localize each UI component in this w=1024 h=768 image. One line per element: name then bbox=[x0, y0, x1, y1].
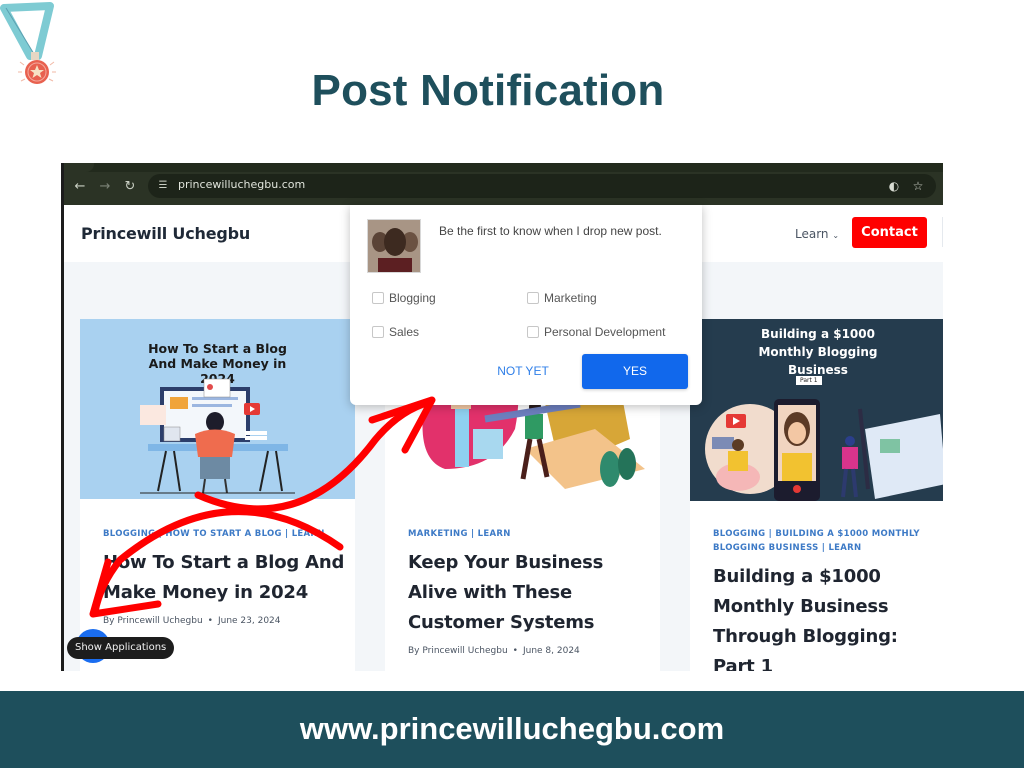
active-tab[interactable] bbox=[64, 163, 94, 172]
tab-strip bbox=[64, 163, 943, 172]
post-meta: By Princewill Uchegbu • June 8, 2024 bbox=[408, 646, 580, 656]
option-label: Personal Development bbox=[544, 325, 666, 339]
browser-toolbar: ← → ↻ ☰ princewilluchegbu.com ◐ ☆ bbox=[64, 163, 943, 205]
url-text[interactable]: princewilluchegbu.com bbox=[178, 178, 305, 191]
option-label: Blogging bbox=[389, 291, 436, 305]
thumbnail-title: Building a $1000 Monthly Blogging Busine… bbox=[758, 327, 878, 377]
browser-screenshot: ← → ↻ ☰ princewilluchegbu.com ◐ ☆ Prince… bbox=[61, 163, 943, 671]
checkbox[interactable] bbox=[372, 292, 384, 304]
post-title[interactable]: Keep Your Business Alive with These Cust… bbox=[408, 548, 650, 638]
post-categories[interactable]: BLOGGING | HOW TO START A BLOG | LEARN bbox=[103, 527, 345, 541]
post-date: June 23, 2024 bbox=[217, 616, 281, 626]
post-card[interactable]: How To Start a Blog And Make Money in 20… bbox=[80, 319, 355, 671]
post-meta: By Princewill Uchegbu • June 23, 2024 bbox=[103, 616, 281, 626]
option-blogging[interactable]: Blogging bbox=[372, 291, 436, 305]
star-icon[interactable]: ☆ bbox=[910, 178, 926, 194]
slide-title: Post Notification bbox=[311, 66, 665, 115]
eye-off-icon[interactable]: ◐ bbox=[886, 178, 902, 194]
forward-icon[interactable]: → bbox=[97, 179, 113, 195]
blogging-illustration bbox=[140, 378, 295, 494]
not-yet-button[interactable]: NOT YET bbox=[483, 358, 563, 384]
reload-icon[interactable]: ↻ bbox=[122, 179, 138, 195]
option-marketing[interactable]: Marketing bbox=[527, 291, 597, 305]
chevron-down-icon: ⌄ bbox=[832, 231, 840, 240]
checkbox[interactable] bbox=[527, 292, 539, 304]
post-author[interactable]: By Princewill Uchegbu bbox=[103, 616, 203, 626]
nav-learn[interactable]: Learn ⌄ bbox=[795, 227, 839, 241]
post-author[interactable]: By Princewill Uchegbu bbox=[408, 646, 508, 656]
post-date: June 8, 2024 bbox=[522, 646, 580, 656]
post-card[interactable]: Building a $1000 Monthly Blogging Busine… bbox=[690, 319, 943, 671]
back-icon[interactable]: ← bbox=[72, 179, 88, 195]
nav-learn-label: Learn bbox=[795, 227, 829, 241]
option-label: Marketing bbox=[544, 291, 597, 305]
header-divider bbox=[942, 217, 943, 247]
author-avatar bbox=[367, 219, 421, 273]
footer-website-url: www.princewilluchegbu.com bbox=[299, 711, 725, 746]
post-title[interactable]: How To Start a Blog And Make Money in 20… bbox=[103, 548, 345, 608]
option-personal-development[interactable]: Personal Development bbox=[527, 325, 665, 339]
footer-band: www.princewilluchegbu.com bbox=[0, 691, 1024, 768]
thumbnail-badge: Part 1 bbox=[796, 376, 822, 385]
site-info-icon[interactable]: ☰ bbox=[156, 179, 170, 193]
post-title[interactable]: Building a $1000 Monthly Business Throug… bbox=[713, 562, 936, 671]
yes-button[interactable]: YES bbox=[582, 354, 688, 389]
post-thumbnail[interactable]: Building a $1000 Monthly Blogging Busine… bbox=[690, 319, 943, 501]
post-categories[interactable]: BLOGGING | BUILDING A $1000 MONTHLY BLOG… bbox=[713, 527, 936, 555]
popup-message: Be the first to know when I drop new pos… bbox=[439, 224, 662, 238]
show-applications-tooltip: Show Applications bbox=[67, 637, 175, 659]
post-thumbnail[interactable]: How To Start a Blog And Make Money in 20… bbox=[80, 319, 355, 499]
checkbox[interactable] bbox=[527, 326, 539, 338]
option-sales[interactable]: Sales bbox=[372, 325, 419, 339]
address-bar[interactable]: ☰ princewilluchegbu.com ◐ ☆ bbox=[148, 174, 936, 198]
notification-popup: Be the first to know when I drop new pos… bbox=[350, 205, 702, 405]
option-label: Sales bbox=[389, 325, 420, 339]
site-logo-text[interactable]: Princewill Uchegbu bbox=[81, 224, 250, 243]
post-categories[interactable]: MARKETING | LEARN bbox=[408, 527, 650, 541]
blogging-business-illustration bbox=[705, 399, 943, 501]
contact-button[interactable]: Contact bbox=[852, 217, 927, 248]
checkbox[interactable] bbox=[372, 326, 384, 338]
